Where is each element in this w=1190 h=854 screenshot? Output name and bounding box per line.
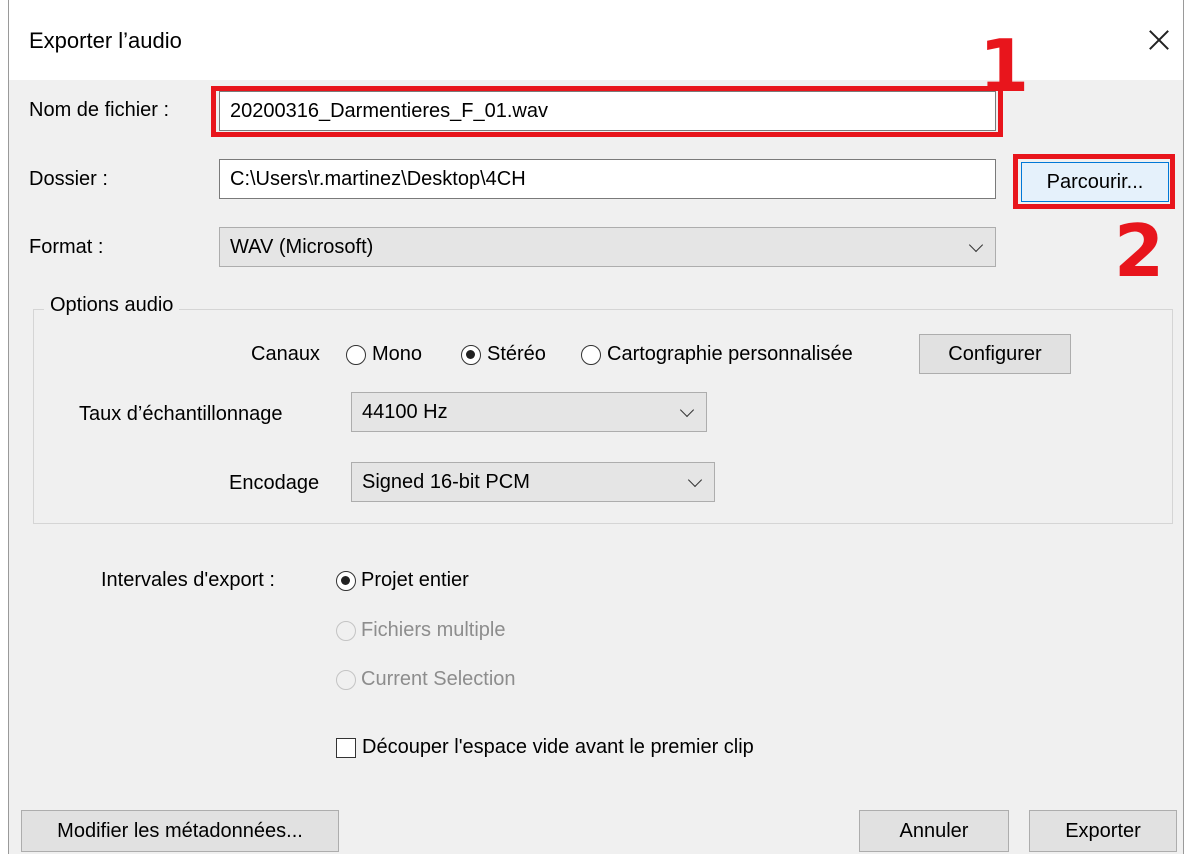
export-audio-dialog: Exporter l’audio Nom de fichier : 202003… [8, 0, 1184, 854]
folder-label: Dossier : [29, 168, 108, 190]
radio-mono[interactable] [346, 345, 366, 365]
encoding-value: Signed 16-bit PCM [362, 471, 530, 493]
radio-whole-project-label: Projet entier [361, 569, 469, 591]
annotation-box-2 [1013, 154, 1175, 209]
chevron-down-icon [679, 402, 695, 418]
format-label: Format : [29, 236, 104, 258]
audio-options-legend: Options audio [44, 294, 180, 317]
sample-rate-value: 44100 Hz [362, 401, 448, 423]
trim-checkbox-label: Découper l'espace vide avant le premier … [362, 736, 754, 758]
export-range-label: Intervales d'export : [101, 569, 275, 591]
format-select-value: WAV (Microsoft) [230, 236, 374, 258]
sample-rate-select[interactable]: 44100 Hz [351, 392, 707, 432]
radio-current-selection [336, 670, 356, 690]
radio-whole-project[interactable] [336, 571, 356, 591]
radio-stereo[interactable] [461, 345, 481, 365]
annotation-number-1: 1 [979, 24, 1030, 108]
export-button[interactable]: Exporter [1029, 810, 1177, 852]
annotation-number-2: 2 [1114, 209, 1165, 293]
trim-checkbox[interactable] [336, 738, 356, 758]
annotation-box-1 [211, 86, 1003, 137]
radio-current-selection-label: Current Selection [361, 668, 516, 690]
format-select[interactable]: WAV (Microsoft) [219, 227, 996, 267]
folder-input[interactable]: C:\Users\r.martinez\Desktop\4CH [219, 159, 996, 199]
file-name-label: Nom de fichier : [29, 99, 170, 121]
radio-mono-label: Mono [372, 343, 423, 365]
edit-metadata-button[interactable]: Modifier les métadonnées... [21, 810, 339, 852]
channels-label: Canaux [251, 343, 320, 365]
radio-multiple-files [336, 621, 356, 641]
cancel-button[interactable]: Annuler [859, 810, 1009, 852]
radio-stereo-label: Stéréo [487, 343, 546, 365]
dialog-title: Exporter l’audio [29, 28, 182, 53]
chevron-down-icon [687, 472, 703, 488]
configure-button[interactable]: Configurer [919, 334, 1071, 374]
close-icon[interactable] [1147, 27, 1171, 51]
encoding-label: Encodage [229, 472, 320, 494]
radio-custom-mapping[interactable] [581, 345, 601, 365]
radio-custom-mapping-label: Cartographie personnalisée [607, 343, 853, 365]
encoding-select[interactable]: Signed 16-bit PCM [351, 462, 715, 502]
chevron-down-icon [968, 237, 984, 253]
radio-multiple-files-label: Fichiers multiple [361, 619, 506, 641]
sample-rate-label: Taux d’échantillonnage [79, 403, 283, 425]
